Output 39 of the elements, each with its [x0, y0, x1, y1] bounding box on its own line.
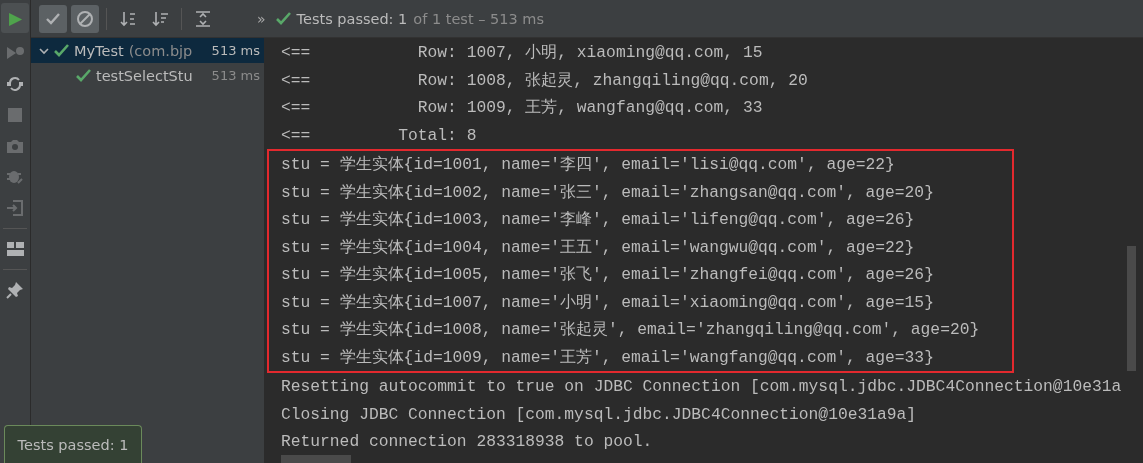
forbidden-icon	[76, 9, 94, 28]
console-line: Closing JDBC Connection [com.mysql.jdbc.JDBC4Connection@10e31a9a]	[281, 403, 918, 426]
console-line: <== Row: 1008, 张起灵, zhangqiling@qq.com, 20	[281, 69, 809, 92]
test-name: testSelectStu	[96, 67, 194, 84]
tree-item[interactable]: testSelectStu 513 ms	[31, 63, 264, 88]
sort-icon	[151, 9, 169, 28]
console-line: stu = 学生实体{id=1003, name='李峰', email='lifeng@qq.com', age=26}	[281, 209, 916, 231]
tree-item[interactable]: MyTest (com.bjp 513 ms	[31, 38, 264, 63]
pin-icon[interactable]	[4, 279, 26, 301]
forbidden-button[interactable]	[71, 4, 99, 33]
chevron-icon[interactable]	[39, 45, 49, 56]
more-chevron[interactable]: »	[257, 10, 266, 27]
test-name: MyTest	[74, 42, 124, 59]
expand-icon	[194, 9, 212, 28]
status-text: Tests passed: 1	[296, 10, 408, 27]
console-line: Returned connection 283318938 to pool.	[281, 431, 654, 453]
scrollbar-thumb[interactable]	[1127, 246, 1136, 371]
test-time: 513 ms	[211, 68, 261, 83]
check-icon	[76, 69, 91, 82]
console-line: <== Total: 8	[281, 124, 478, 147]
test-time: 513 ms	[211, 43, 261, 58]
test-package: (com.bjp	[128, 42, 194, 59]
check-button[interactable]	[39, 4, 67, 33]
scrollbar-thumb[interactable]	[281, 455, 351, 463]
passed-icon	[275, 12, 291, 25]
console-line: Resetting autocommit to true on JDBC Connection [com.mysql.jdbc.JDBC4Connection@10e31a	[281, 376, 1123, 398]
console-line: stu = 学生实体{id=1009, name='王芳', email='wangfang@qq.com', age=33}	[281, 346, 935, 369]
console-line: stu = 学生实体{id=1002, name='张三', email='zhangsan@qq.com', age=20}	[281, 181, 935, 204]
console-line: <== Row: 1007, 小明, xiaoming@qq.com, 15	[281, 42, 764, 64]
console-line: stu = 学生实体{id=1007, name='小明', email='xiaoming@qq.com', age=15}	[281, 291, 935, 314]
sort-icon	[119, 9, 137, 28]
console-line: stu = 学生实体{id=1005, name='张飞', email='zhangfei@qq.com', age=26}	[281, 264, 935, 286]
status-detail: of 1 test – 513 ms	[413, 10, 545, 27]
console-line: stu = 学生实体{id=1008, name='张起灵', email='zhangqiling@qq.com', age=20}	[281, 319, 981, 341]
toast-notification: Tests passed: 1	[4, 425, 142, 463]
console-line: <== Row: 1009, 王芳, wangfang@qq.com, 33	[281, 97, 764, 119]
check-icon	[54, 44, 69, 57]
console-line: stu = 学生实体{id=1001, name='李四', email='lisi@qq.com', age=22}	[281, 154, 896, 176]
console-line: stu = 学生实体{id=1004, name='王五', email='wangwu@qq.com', age=22}	[281, 236, 916, 259]
